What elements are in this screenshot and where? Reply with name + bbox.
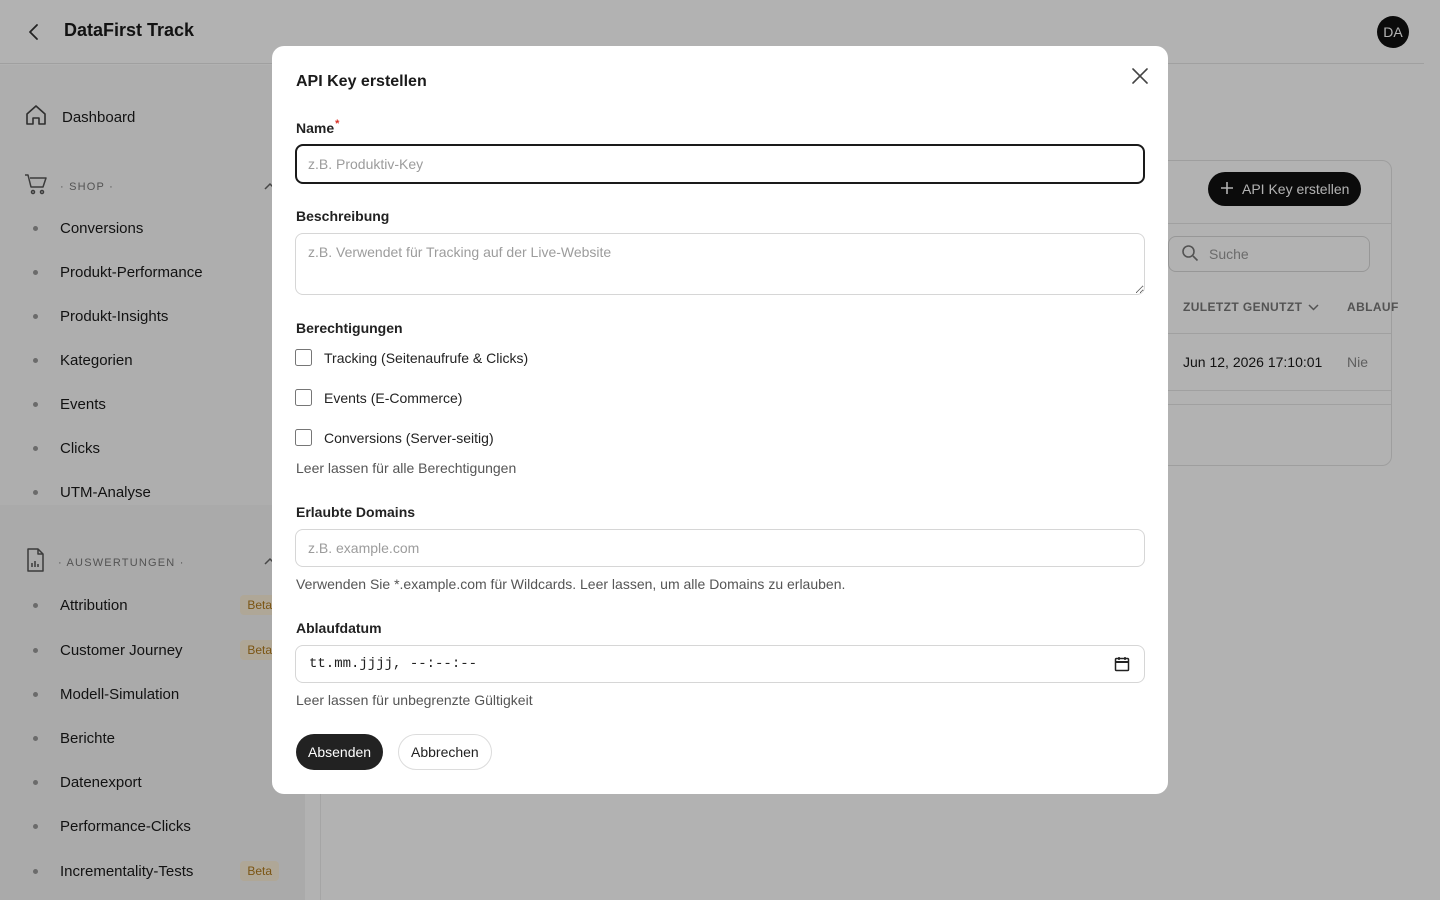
expiry-value: tt.mm.jjjj, --:--:--: [309, 656, 478, 672]
events-checkbox[interactable]: [295, 389, 312, 406]
expiry-datetime-input[interactable]: tt.mm.jjjj, --:--:--: [295, 645, 1145, 683]
dialog-title: API Key erstellen: [296, 73, 427, 90]
domains-input[interactable]: [295, 529, 1145, 567]
expiry-label: Ablaufdatum: [296, 620, 382, 636]
required-marker: *: [335, 118, 340, 130]
permission-events[interactable]: Events (E-Commerce): [295, 389, 462, 406]
submit-button[interactable]: Absenden: [296, 734, 384, 770]
permissions-helper: Leer lassen für alle Berechtigungen: [296, 460, 517, 476]
description-label: Beschreibung: [296, 208, 390, 224]
name-label: Name*: [296, 118, 340, 136]
domains-label: Erlaubte Domains: [296, 504, 416, 520]
permissions-label: Berechtigungen: [296, 320, 403, 336]
close-icon[interactable]: [1128, 64, 1152, 88]
domains-helper: Verwenden Sie *.example.com für Wildcard…: [296, 576, 846, 592]
description-textarea[interactable]: [295, 233, 1145, 295]
conversions-checkbox[interactable]: [295, 429, 312, 446]
expiry-helper: Leer lassen für unbegrenzte Gültigkeit: [296, 692, 533, 708]
tracking-checkbox[interactable]: [295, 349, 312, 366]
create-api-key-dialog: API Key erstellen Name* Beschreibung Ber…: [272, 46, 1168, 794]
name-input[interactable]: [295, 144, 1145, 184]
calendar-icon[interactable]: [1114, 656, 1130, 677]
permission-conversions[interactable]: Conversions (Server-seitig): [295, 429, 494, 446]
permission-tracking[interactable]: Tracking (Seitenaufrufe & Clicks): [295, 349, 528, 366]
cancel-button[interactable]: Abbrechen: [398, 734, 492, 770]
